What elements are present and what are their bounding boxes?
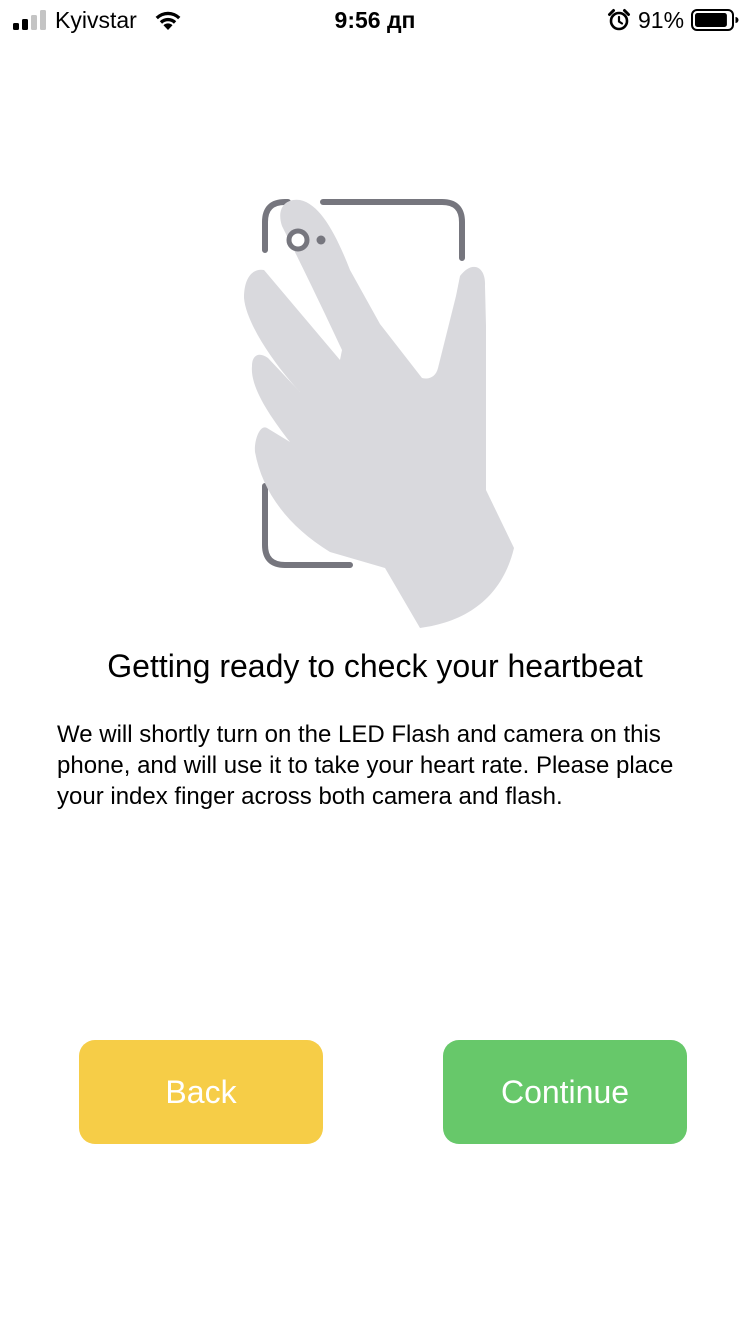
hand-on-phone-camera-icon xyxy=(244,199,514,629)
status-bar: Kyivstar 9:56 дп 91% xyxy=(0,0,750,40)
continue-button[interactable]: Continue xyxy=(443,1040,687,1144)
instructions-text: We will shortly turn on the LED Flash an… xyxy=(57,721,674,810)
back-button[interactable]: Back xyxy=(79,1040,323,1144)
battery-icon xyxy=(691,9,739,31)
page-title: Getting ready to check your heartbeat xyxy=(107,648,643,684)
camera-flash xyxy=(316,235,326,245)
camera-lens xyxy=(286,228,310,252)
alarm-icon xyxy=(608,9,630,31)
battery-percentage: 91% xyxy=(638,7,685,33)
